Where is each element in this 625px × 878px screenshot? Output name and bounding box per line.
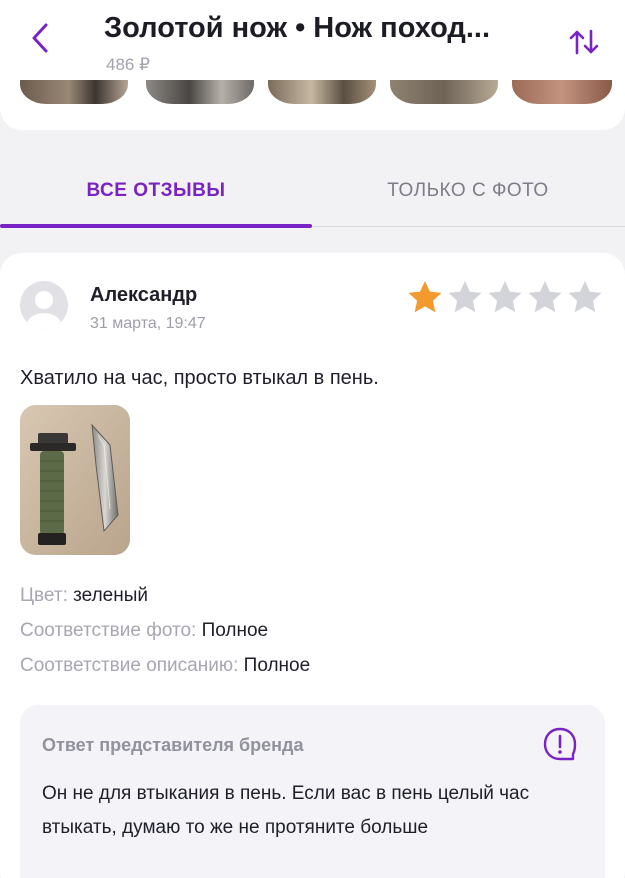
product-thumbnail[interactable] bbox=[390, 80, 498, 104]
review-card: Александр 31 марта, 19:47 Хватило на час… bbox=[0, 253, 625, 878]
attribute-value: Полное bbox=[201, 620, 269, 641]
brand-reply-title: Ответ представителя бренда bbox=[42, 735, 304, 755]
attribute-key: Цвет: bbox=[20, 585, 68, 606]
attribute-key: Соответствие описанию: bbox=[20, 655, 239, 676]
sort-arrows-icon bbox=[569, 29, 599, 55]
attribute-color: Цвет: зеленый bbox=[20, 585, 148, 607]
review-tabs: ВСЕ ОТЗЫВЫ ТОЛЬКО С ФОТО bbox=[0, 130, 625, 230]
review-text: Хватило на час, просто втыкал в пень. bbox=[20, 367, 379, 389]
tab-divider bbox=[312, 226, 625, 227]
product-thumbnail[interactable] bbox=[512, 80, 612, 104]
star-filled-icon bbox=[408, 281, 442, 313]
rating-stars bbox=[406, 279, 606, 315]
attribute-description-match: Соответствие описанию: Полное bbox=[20, 655, 310, 677]
product-photo-strip[interactable] bbox=[0, 80, 625, 106]
tab-photo-reviews[interactable]: ТОЛЬКО С ФОТО bbox=[312, 180, 624, 202]
review-photo[interactable] bbox=[20, 405, 130, 555]
product-header: Золотой нож • Нож поход... 486 ₽ bbox=[0, 0, 625, 130]
review-date: 31 марта, 19:47 bbox=[90, 315, 206, 332]
avatar bbox=[20, 281, 68, 329]
star-empty-icon bbox=[568, 281, 602, 313]
active-tab-indicator bbox=[0, 224, 312, 228]
product-thumbnail[interactable] bbox=[20, 80, 128, 104]
brand-reply-icon bbox=[543, 727, 577, 761]
product-title: Золотой нож • Нож поход... bbox=[104, 12, 491, 44]
user-placeholder-icon bbox=[27, 291, 61, 329]
chevron-left-icon bbox=[32, 23, 48, 53]
star-empty-icon bbox=[528, 281, 562, 313]
back-button[interactable] bbox=[22, 18, 58, 58]
knife-photo bbox=[20, 405, 130, 555]
product-thumbnail[interactable] bbox=[146, 80, 254, 104]
sort-button[interactable] bbox=[562, 22, 606, 62]
review-author: Александр bbox=[90, 284, 198, 306]
brand-reply-text: Он не для втыкания в пень. Если вас в пе… bbox=[42, 783, 530, 838]
tab-all-reviews[interactable]: ВСЕ ОТЗЫВЫ bbox=[0, 180, 312, 202]
product-thumbnail[interactable] bbox=[268, 80, 376, 104]
attribute-value: Полное bbox=[243, 655, 311, 676]
star-empty-icon bbox=[448, 281, 482, 313]
star-empty-icon bbox=[488, 281, 522, 313]
attribute-photo-match: Соответствие фото: Полное bbox=[20, 620, 268, 642]
attribute-value: зеленый bbox=[73, 585, 148, 606]
attribute-key: Соответствие фото: bbox=[20, 620, 197, 641]
product-price: 486 ₽ bbox=[106, 55, 150, 74]
brand-reply: Ответ представителя бренда Он не для вты… bbox=[20, 705, 605, 878]
